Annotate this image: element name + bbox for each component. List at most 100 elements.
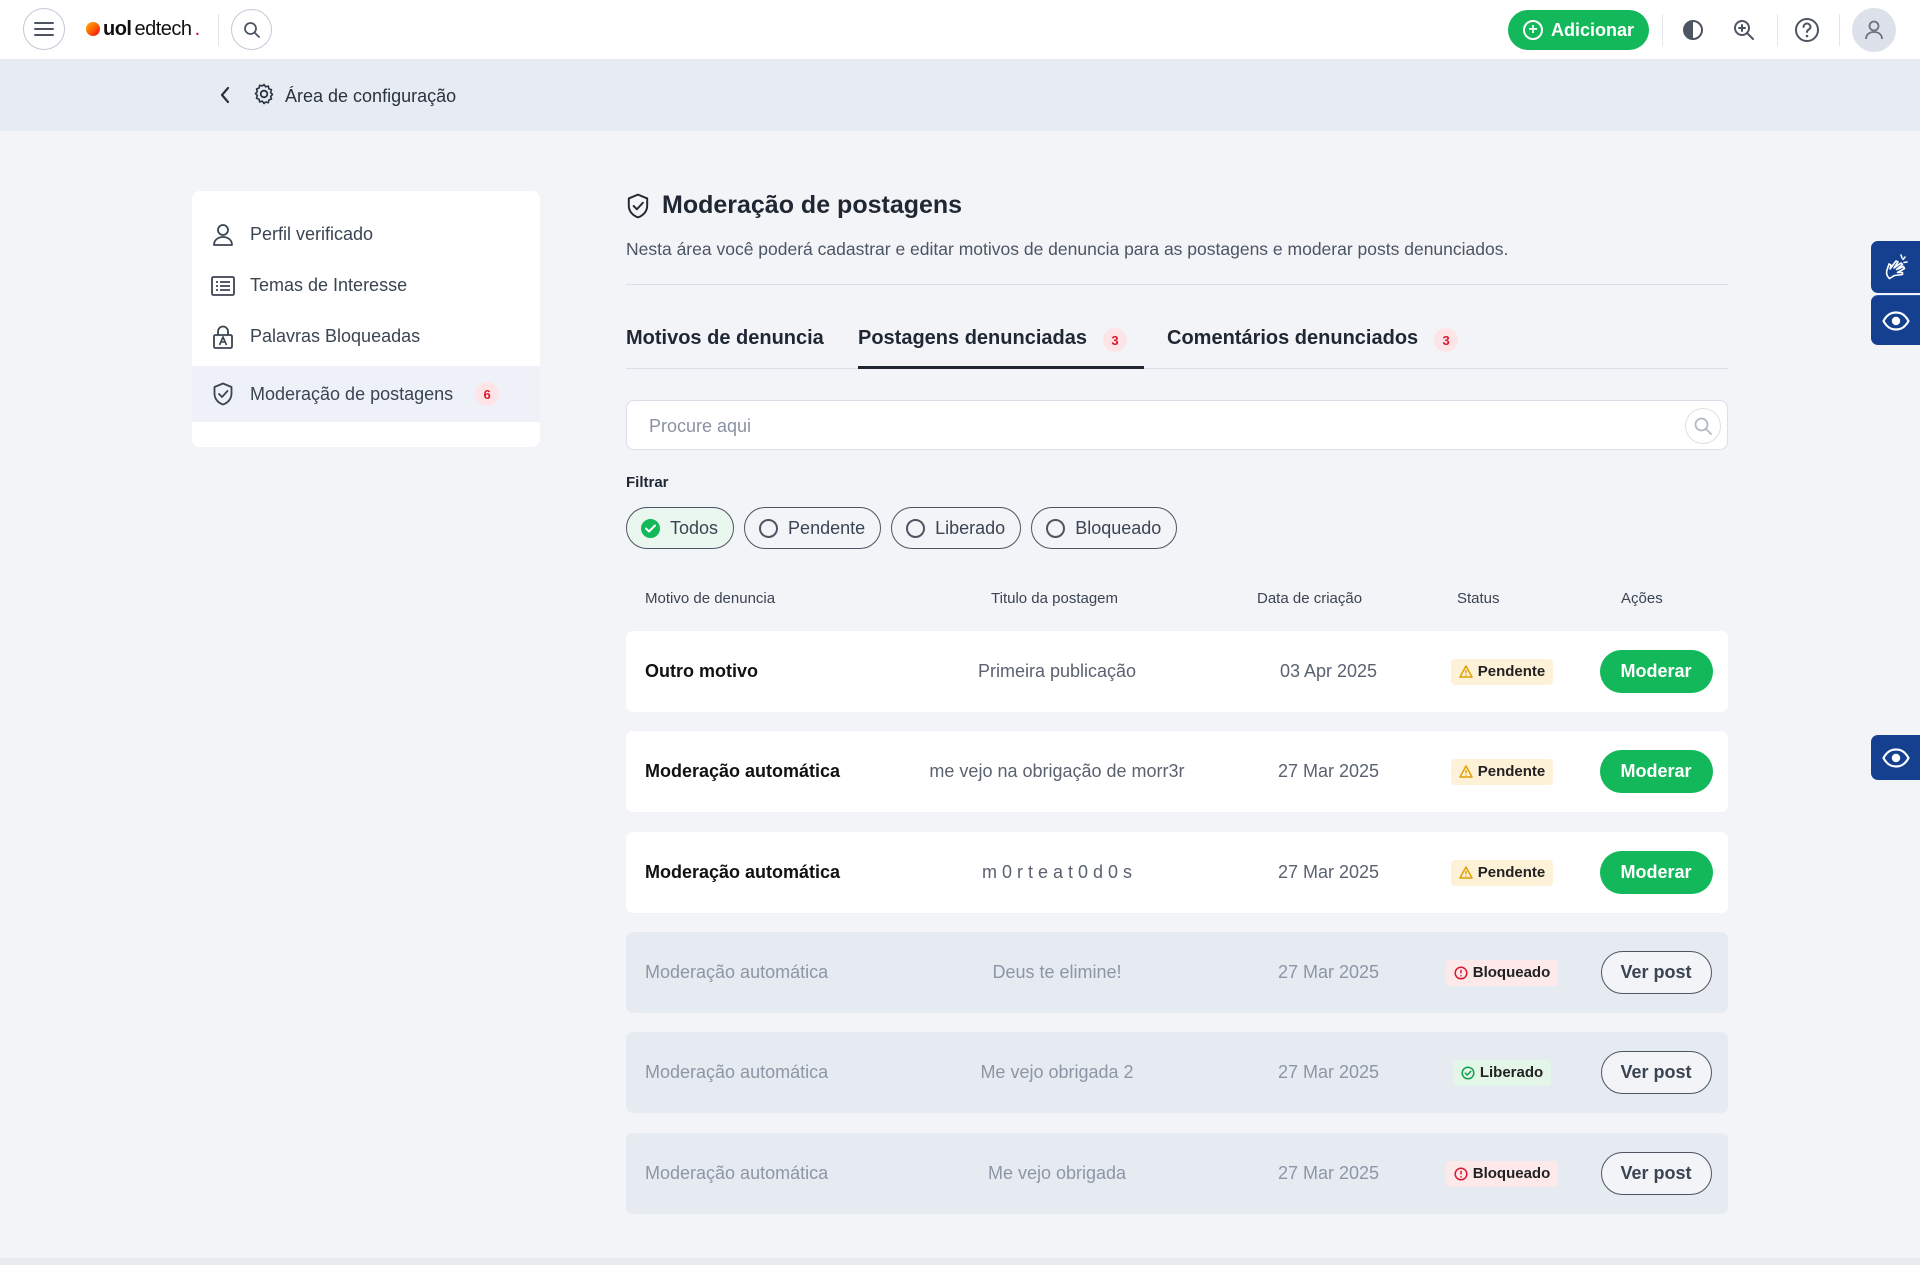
ver-post-button[interactable]: Ver post xyxy=(1600,1051,1712,1094)
brand-logo[interactable]: uol edtech. xyxy=(86,16,200,42)
filter-chip-label: Todos xyxy=(670,517,719,538)
cell-titulo: Me vejo obrigada xyxy=(987,1163,1127,1183)
help-icon xyxy=(1795,18,1819,42)
search-button[interactable] xyxy=(231,9,272,50)
cell-status: Pendente xyxy=(1432,832,1572,913)
avatar[interactable] xyxy=(1852,8,1896,52)
sidebar-item-palavras-bloqueadas[interactable]: Palavras Bloqueadas xyxy=(192,311,540,362)
status-badge: Bloqueado xyxy=(1445,1160,1559,1187)
status-badge: Liberado xyxy=(1452,1059,1552,1086)
status-text: Liberado xyxy=(1479,1064,1544,1081)
eye-icon xyxy=(1881,747,1910,768)
table-header: Motivo de denuncia Titulo da postagem Da… xyxy=(626,590,1728,612)
cell-acoes: Moderar xyxy=(1586,832,1726,913)
settings-sidebar: Perfil verificado Temas de Interesse Pal… xyxy=(192,191,540,447)
status-badge: Pendente xyxy=(1450,859,1554,886)
menu-button[interactable] xyxy=(23,8,65,50)
filter-chip-bloqueado[interactable]: Bloqueado xyxy=(1031,507,1178,549)
cell-titulo: Primeira publicação xyxy=(977,661,1137,681)
cell-acoes: Ver post xyxy=(1586,932,1726,1013)
warning-icon xyxy=(1458,665,1473,678)
help-button[interactable] xyxy=(1791,14,1823,46)
count-badge: 6 xyxy=(475,382,500,406)
cell-status: Bloqueado xyxy=(1432,1133,1572,1214)
eye-icon xyxy=(1881,310,1910,331)
shield-icon xyxy=(210,381,236,407)
cell-motivo: Outro motivo xyxy=(645,661,758,681)
search-icon xyxy=(1694,417,1712,435)
status-text: Pendente xyxy=(1477,663,1546,680)
cell-titulo: m 0 r t e a t 0 d 0 s xyxy=(981,862,1133,882)
status-text: Bloqueado xyxy=(1472,1165,1551,1182)
cell-motivo: Moderação automática xyxy=(645,1062,829,1082)
filter-chip-label: Bloqueado xyxy=(1075,517,1162,538)
sidebar-item-temas-de-interesse[interactable]: Temas de Interesse xyxy=(192,260,540,311)
cell-data: 27 Mar 2025 xyxy=(1277,1062,1380,1082)
lock-icon xyxy=(210,324,236,350)
table-row: Moderação automática m 0 r t e a t 0 d 0… xyxy=(626,832,1728,913)
column-header-acoes: Ações xyxy=(1621,590,1663,607)
cell-data: 03 Apr 2025 xyxy=(1279,661,1378,681)
table-row: Moderação automática Me vejo obrigada 2 … xyxy=(626,1032,1728,1113)
tab-motivos-de-denuncia[interactable]: Motivos de denuncia xyxy=(626,320,824,369)
sidebar-item-label: Temas de Interesse xyxy=(250,275,408,295)
tab-comentarios-denunciados[interactable]: Comentários denunciados 3 xyxy=(1167,320,1459,369)
column-header-status: Status xyxy=(1457,590,1500,607)
cell-acoes: Ver post xyxy=(1586,1032,1726,1113)
cell-status: Pendente xyxy=(1432,631,1572,712)
cell-data: 27 Mar 2025 xyxy=(1277,962,1380,982)
table-row: Moderação automática Deus te elimine! 27… xyxy=(626,932,1728,1013)
sidebar-item-perfil-verificado[interactable]: Perfil verificado xyxy=(192,209,540,260)
table-row: Moderação automática me vejo na obrigaçã… xyxy=(626,731,1728,812)
visibility-button[interactable] xyxy=(1871,295,1920,345)
logo-dot-icon xyxy=(86,22,100,36)
status-badge: Pendente xyxy=(1450,658,1554,685)
cell-status: Liberado xyxy=(1432,1032,1572,1113)
cell-status: Pendente xyxy=(1432,731,1572,812)
alert-circle-icon xyxy=(1454,965,1468,980)
filter-chip-liberado[interactable]: Liberado xyxy=(891,507,1022,549)
visibility-button-secondary[interactable] xyxy=(1871,735,1920,780)
back-button[interactable] xyxy=(214,83,236,107)
moderar-button[interactable]: Moderar xyxy=(1599,750,1713,793)
add-button[interactable]: + Adicionar xyxy=(1508,10,1649,50)
tab-postagens-denunciadas[interactable]: Postagens denunciadas 3 xyxy=(858,320,1144,369)
shield-check-icon xyxy=(627,193,649,218)
filter-chip-pendente[interactable]: Pendente xyxy=(744,507,882,549)
chevron-left-icon xyxy=(220,86,230,104)
status-badge: Bloqueado xyxy=(1445,959,1559,986)
cell-acoes: Moderar xyxy=(1586,631,1726,712)
ver-post-button[interactable]: Ver post xyxy=(1600,951,1712,994)
hamburger-icon xyxy=(34,22,54,36)
contrast-button[interactable] xyxy=(1677,14,1709,46)
filter-chips: Todos Pendente Liberado Bloqueado xyxy=(626,507,1178,549)
divider xyxy=(626,284,1728,285)
user-icon xyxy=(210,222,236,248)
cell-titulo: Deus te elimine! xyxy=(992,962,1122,982)
filter-chip-todos[interactable]: Todos xyxy=(626,507,735,549)
zoom-in-icon xyxy=(1734,20,1754,40)
top-bar: uol edtech. + Adicionar xyxy=(0,0,1920,59)
sign-language-button[interactable] xyxy=(1871,241,1920,293)
count-badge: 3 xyxy=(1102,328,1127,352)
cell-data: 27 Mar 2025 xyxy=(1277,1163,1380,1183)
tab-bar: Motivos de denuncia Postagens denunciada… xyxy=(626,320,1728,369)
page-title-text: Moderação de postagens xyxy=(662,191,963,219)
search-submit-button[interactable] xyxy=(1685,408,1721,444)
sign-language-icon xyxy=(1885,254,1908,280)
search-input[interactable] xyxy=(649,413,1649,439)
gear-icon xyxy=(254,83,274,105)
zoom-button[interactable] xyxy=(1728,14,1760,46)
filter-chip-label: Pendente xyxy=(788,517,866,538)
sidebar-item-moderacao-de-postagens[interactable]: Moderação de postagens 6 xyxy=(192,366,540,422)
ver-post-button[interactable]: Ver post xyxy=(1600,1152,1712,1195)
moderar-button[interactable]: Moderar xyxy=(1599,851,1713,894)
radio-icon xyxy=(1046,518,1066,538)
page-title: Moderação de postagens xyxy=(626,191,962,220)
filter-label: Filtrar xyxy=(626,474,669,491)
footer-divider xyxy=(0,1258,1920,1265)
cell-motivo: Moderação automática xyxy=(645,962,829,982)
logo-uol-text: uol xyxy=(103,17,132,40)
moderar-button[interactable]: Moderar xyxy=(1599,650,1713,693)
column-header-titulo: Titulo da postagem xyxy=(991,590,1119,607)
